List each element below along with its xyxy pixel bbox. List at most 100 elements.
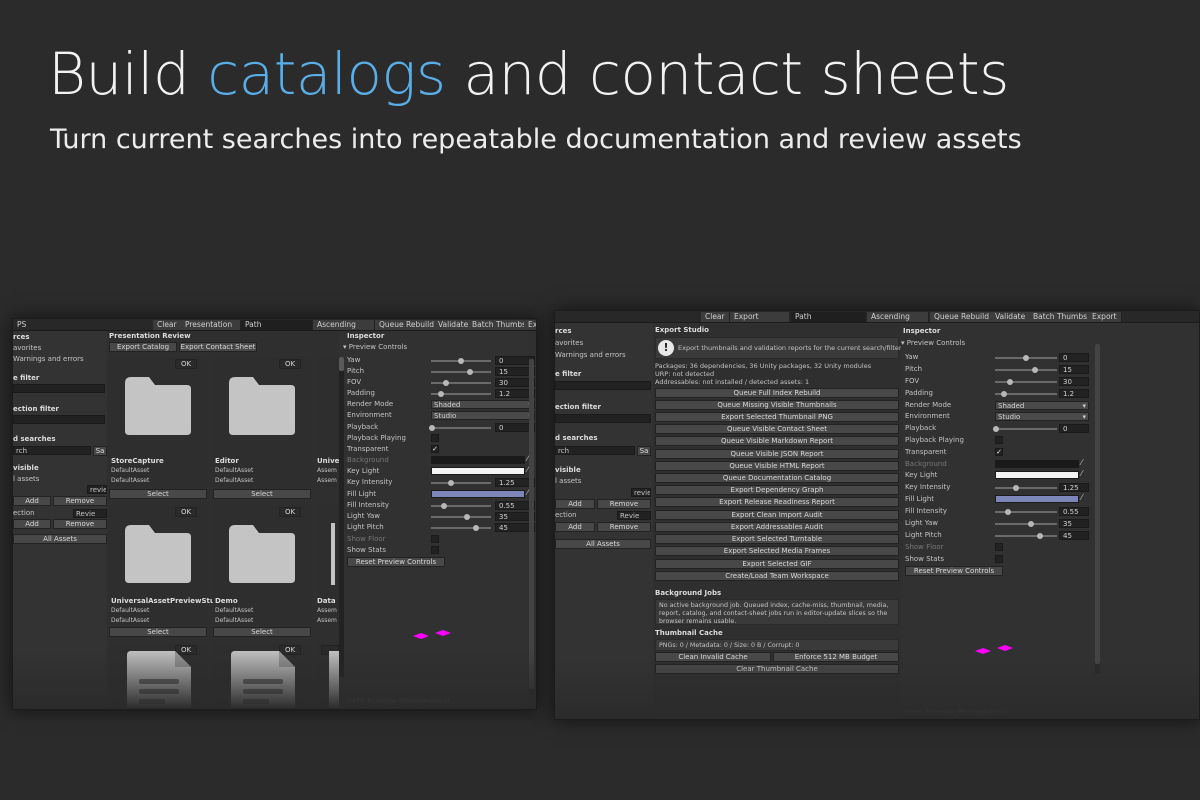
export-button[interactable]: Export [524,320,536,330]
export-media-frames-button[interactable]: Export Selected Media Frames [655,546,899,556]
scrollbar[interactable] [339,357,344,677]
asset-card[interactable]: Unive Assem Assem [317,357,339,487]
queue-json-report-button[interactable]: Queue Visible JSON Report [655,449,899,459]
select-button[interactable]: Select [109,627,207,637]
fov-value[interactable]: 30 [1059,377,1089,386]
collection-filter-input[interactable] [13,415,105,424]
playback-slider[interactable] [995,428,1057,430]
asset-card[interactable]: Data Assem Assem [317,505,339,625]
add-collection-button[interactable]: Add [555,522,595,532]
inspector-scrollbar[interactable] [529,359,534,699]
pitch-value[interactable]: 15 [1059,365,1089,374]
review-input[interactable]: review [87,485,107,494]
export-release-readiness-button[interactable]: Export Release Readiness Report [655,497,899,507]
batch-thumbs-button[interactable]: Batch Thumbs [1029,312,1093,322]
profile-dropdown[interactable]: Presentation [181,320,241,330]
light-pitch-value[interactable]: 45 [1059,531,1089,540]
all-assets-button[interactable]: All Assets [555,539,651,549]
favorites-item[interactable]: avorites [555,339,583,347]
eyedropper-icon[interactable]: ⁄ [1081,469,1082,478]
transparent-checkbox[interactable]: ✓ [431,445,439,453]
export-contact-sheet-button[interactable]: Export Contact Sheet [179,342,257,352]
queue-rebuild-button[interactable]: Queue Rebuild [930,312,994,322]
key-intensity-value[interactable]: 1.25 [1059,483,1089,492]
render-mode-dropdown[interactable]: Shaded [431,400,535,409]
yaw-value[interactable]: 0 [1059,353,1089,362]
profile-dropdown[interactable]: Export [730,312,790,322]
eyedropper-icon[interactable]: ⁄ [1081,493,1082,502]
export-gif-button[interactable]: Export Selected GIF [655,559,899,569]
reset-preview-controls-button[interactable]: Reset Preview Controls [905,566,1003,576]
review-input[interactable]: review [631,488,651,497]
fill-intensity-slider-knob[interactable] [441,503,447,509]
asset-card[interactable]: OK [213,643,311,709]
add-collection-button[interactable]: Add [13,519,51,529]
add-button[interactable]: Add [13,496,51,506]
transparent-checkbox[interactable]: ✓ [995,448,1003,456]
playback-value[interactable]: 0 [1059,424,1089,433]
export-turntable-button[interactable]: Export Selected Turntable [655,534,899,544]
environment-dropdown[interactable]: Studio [995,412,1089,421]
yaw-slider-knob[interactable] [1023,355,1029,361]
playback-slider[interactable] [431,427,491,429]
fill-intensity-slider-knob[interactable] [1005,509,1011,515]
light-yaw-slider-knob[interactable] [1028,521,1034,527]
clear-button[interactable]: Clear [153,320,182,330]
fill-light-color-field[interactable] [995,495,1079,503]
batch-thumbs-button[interactable]: Batch Thumbs [468,320,532,330]
remove-button[interactable]: Remove [53,496,107,506]
pitch-slider-knob[interactable] [1032,367,1038,373]
select-button[interactable]: Select [213,627,311,637]
all-assets-button[interactable]: All Assets [13,534,107,544]
render-mode-dropdown[interactable]: Shaded [995,401,1089,410]
fov-slider[interactable] [431,382,491,384]
pitch-slider-knob[interactable] [467,369,473,375]
fill-light-color-field[interactable] [431,490,525,498]
yaw-slider-knob[interactable] [458,358,464,364]
export-thumbnail-png-button[interactable]: Export Selected Thumbnail PNG [655,412,899,422]
validate-button[interactable]: Validate [991,312,1031,322]
save-search-button[interactable]: Sa [637,446,651,456]
asset-card[interactable]: OK UniversalAssetPreviewStudio DefaultAs… [109,505,227,625]
background-color-field[interactable] [431,456,525,464]
enforce-budget-button[interactable]: Enforce 512 MB Budget [773,652,899,662]
saved-search-input[interactable]: rch [555,446,635,455]
remove-button[interactable]: Remove [597,499,651,509]
playback-playing-checkbox[interactable] [995,436,1003,444]
export-addressables-audit-button[interactable]: Export Addressables Audit [655,522,899,532]
preview-controls-foldout[interactable]: ▾ Preview Controls [343,343,407,351]
fov-slider-knob[interactable] [1007,379,1013,385]
environment-dropdown[interactable]: Studio [431,411,535,420]
warnings-item[interactable]: Warnings and errors [555,351,626,359]
collection-filter-input[interactable] [555,414,651,423]
queue-full-index-rebuild-button[interactable]: Queue Full Index Rebuild [655,388,899,398]
asset-card[interactable]: OK StoreCapture DefaultAsset DefaultAsse… [109,357,207,487]
export-button[interactable]: Export [1088,312,1122,322]
light-pitch-slider-knob[interactable] [473,525,479,531]
show-stats-checkbox[interactable] [995,555,1003,563]
clean-invalid-cache-button[interactable]: Clean Invalid Cache [655,652,771,662]
light-pitch-slider[interactable] [431,527,491,529]
export-dependency-graph-button[interactable]: Export Dependency Graph [655,485,899,495]
select-button[interactable]: Select [109,489,207,499]
fill-intensity-slider[interactable] [431,505,491,507]
inspector-scrollbar[interactable] [1095,344,1100,674]
playback-playing-checkbox[interactable] [431,434,439,442]
padding-slider-knob[interactable] [1001,391,1007,397]
warnings-item[interactable]: Warnings and errors [13,355,84,363]
fill-intensity-value[interactable]: 0.55 [1059,507,1089,516]
key-intensity-slider-knob[interactable] [448,480,454,486]
fov-slider[interactable] [995,381,1057,383]
save-search-button[interactable]: Sa [93,446,107,456]
reset-preview-controls-button[interactable]: Reset Preview Controls [347,557,445,567]
queue-html-report-button[interactable]: Queue Visible HTML Report [655,461,899,471]
queue-rebuild-button[interactable]: Queue Rebuild [375,320,439,330]
padding-slider-knob[interactable] [438,391,444,397]
queue-documentation-catalog-button[interactable]: Queue Documentation Catalog [655,473,899,483]
light-pitch-slider-knob[interactable] [1037,533,1043,539]
favorites-item[interactable]: avorites [13,344,41,352]
pitch-slider[interactable] [431,371,491,373]
key-light-color-field[interactable] [995,471,1079,479]
show-stats-checkbox[interactable] [431,546,439,554]
export-clean-import-audit-button[interactable]: Export Clean Import Audit [655,510,899,520]
